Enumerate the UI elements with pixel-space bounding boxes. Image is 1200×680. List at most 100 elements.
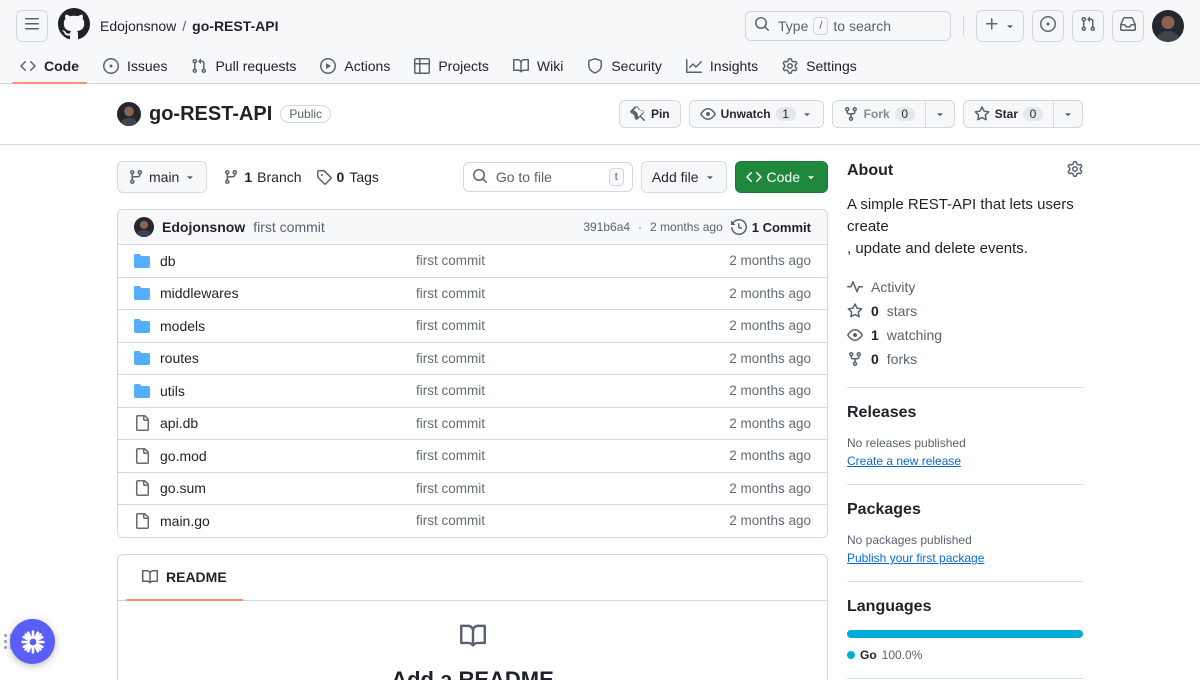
github-mark-icon [58,8,90,43]
repo-meta-watching[interactable]: 1watching [847,323,1083,347]
file-name-link[interactable]: models [160,318,205,334]
tab-insights[interactable]: Insights [678,51,766,83]
tab-security[interactable]: Security [579,51,670,83]
file-row-utils[interactable]: utilsfirst commit2 months ago [118,374,827,407]
file-row-go.sum[interactable]: go.sumfirst commit2 months ago [118,472,827,505]
create-release-link[interactable]: Create a new release [847,454,961,468]
gear-icon [782,58,798,74]
repo-description: A simple REST-API that lets users create… [847,194,1083,259]
history-icon [731,219,747,235]
code-download-button[interactable]: Code [735,161,828,193]
language-legend-go[interactable]: Go100.0% [847,648,922,662]
readme-tab[interactable]: README [126,555,243,600]
row-commit-time: 2 months ago [729,318,811,333]
repo-meta-forks[interactable]: 0forks [847,347,1083,371]
file-row-go.mod[interactable]: go.modfirst commit2 months ago [118,439,827,472]
extension-float-widget [4,619,55,664]
tab-label: Issues [127,58,167,74]
repo-meta-stars[interactable]: 0stars [847,299,1083,323]
tab-code[interactable]: Code [12,51,87,83]
breadcrumb-repo[interactable]: go-REST-API [192,18,278,34]
slash-key-hint: / [813,17,828,35]
inbox-button[interactable] [1112,10,1144,42]
file-row-api.db[interactable]: api.dbfirst commit2 months ago [118,407,827,440]
tab-wiki[interactable]: Wiki [505,51,571,83]
visibility-badge: Public [280,105,331,123]
row-commit-message-link[interactable]: first commit [416,253,729,268]
packages-title: Packages [847,501,1083,519]
star-button[interactable]: Star 0 [963,100,1054,128]
commit-time: 2 months ago [650,220,723,234]
file-name-link[interactable]: middlewares [160,285,239,301]
languages-section: Languages Go100.0% [847,581,1083,678]
file-name-link[interactable]: db [160,253,176,269]
tab-actions[interactable]: Actions [312,51,398,83]
github-logo-icon[interactable] [58,8,90,43]
global-search-input[interactable]: Type / to search [745,11,951,41]
row-commit-message-link[interactable]: first commit [416,318,729,333]
file-row-routes[interactable]: routesfirst commit2 months ago [118,342,827,375]
branches-link[interactable]: 1Branch [223,169,301,185]
go-to-file-input[interactable]: Go to file t [463,162,633,192]
branch-selector-button[interactable]: main [117,161,207,193]
tab-pull-requests[interactable]: Pull requests [183,51,304,83]
row-commit-message-link[interactable]: first commit [416,448,729,463]
extension-button[interactable] [10,619,55,664]
issues-dashboard-button[interactable] [1032,10,1064,42]
folder-icon [134,285,150,301]
edit-about-gear-button[interactable] [1067,161,1083,180]
repo-owner-avatar[interactable] [117,102,141,126]
file-row-main.go[interactable]: main.gofirst commit2 months ago [118,504,827,537]
commit-history-link[interactable]: 1 Commit [731,219,811,235]
folder-icon [134,253,150,269]
tab-issues[interactable]: Issues [95,51,175,83]
fork-button[interactable]: Fork 0 [832,100,926,128]
git-branch-icon [128,169,144,185]
file-row-db[interactable]: dbfirst commit2 months ago [118,244,827,277]
row-commit-message-link[interactable]: first commit [416,513,729,528]
file-name-link[interactable]: go.mod [160,448,207,464]
breadcrumb-owner[interactable]: Edojonsnow [100,18,176,34]
star-dropdown-button[interactable] [1054,100,1083,128]
row-commit-message-link[interactable]: first commit [416,416,729,431]
user-avatar[interactable] [1152,10,1184,42]
commit-sha-link[interactable]: 391b6a4 [583,220,630,234]
fork-dropdown-button[interactable] [926,100,955,128]
star-button-group: Star 0 [963,100,1083,128]
header-divider [963,16,964,36]
file-name-link[interactable]: go.sum [160,480,206,496]
watch-button[interactable]: Unwatch 1 [689,100,824,128]
add-file-button[interactable]: Add file [641,161,727,193]
file-name-link[interactable]: routes [160,350,199,366]
star-count: 0 [1023,107,1043,121]
repo-meta-activity[interactable]: Activity [847,275,1083,299]
sidebar: About A simple REST-API that lets users … [847,161,1083,680]
file-row-middlewares[interactable]: middlewaresfirst commit2 months ago [118,277,827,310]
fork-count: 0 [895,107,915,121]
repo-nav-tabs: Code Issues Pull requestsActionsProjectsWi… [0,51,1200,84]
commit-message-link[interactable]: first commit [253,219,325,235]
pull-requests-dashboard-button[interactable] [1072,10,1104,42]
file-name-link[interactable]: main.go [160,513,210,529]
tab-label: Security [611,58,662,74]
file-name-link[interactable]: utils [160,383,185,399]
chevron-down-icon [184,171,196,183]
row-commit-message-link[interactable]: first commit [416,286,729,301]
file-row-models[interactable]: models first commit2 months ago [118,309,827,342]
row-commit-message-link[interactable]: first commit [416,351,729,366]
commit-author-avatar[interactable] [134,217,154,237]
pin-button[interactable]: Pin [619,100,681,128]
tab-projects[interactable]: Projects [406,51,497,83]
book-icon [142,569,158,585]
row-commit-message-link[interactable]: first commit [416,383,729,398]
hamburger-menu-button[interactable] [16,10,48,42]
file-name-link[interactable]: api.db [160,415,198,431]
repo-name[interactable]: go-REST-API [149,103,272,126]
releases-section: Releases No releases published Create a … [847,387,1083,484]
commit-author-link[interactable]: Edojonsnow [162,219,245,235]
create-new-button[interactable] [976,10,1024,42]
tags-link[interactable]: 0Tags [316,169,379,185]
row-commit-message-link[interactable]: first commit [416,481,729,496]
publish-package-link[interactable]: Publish your first package [847,551,984,565]
tab-settings[interactable]: Settings [774,51,865,83]
